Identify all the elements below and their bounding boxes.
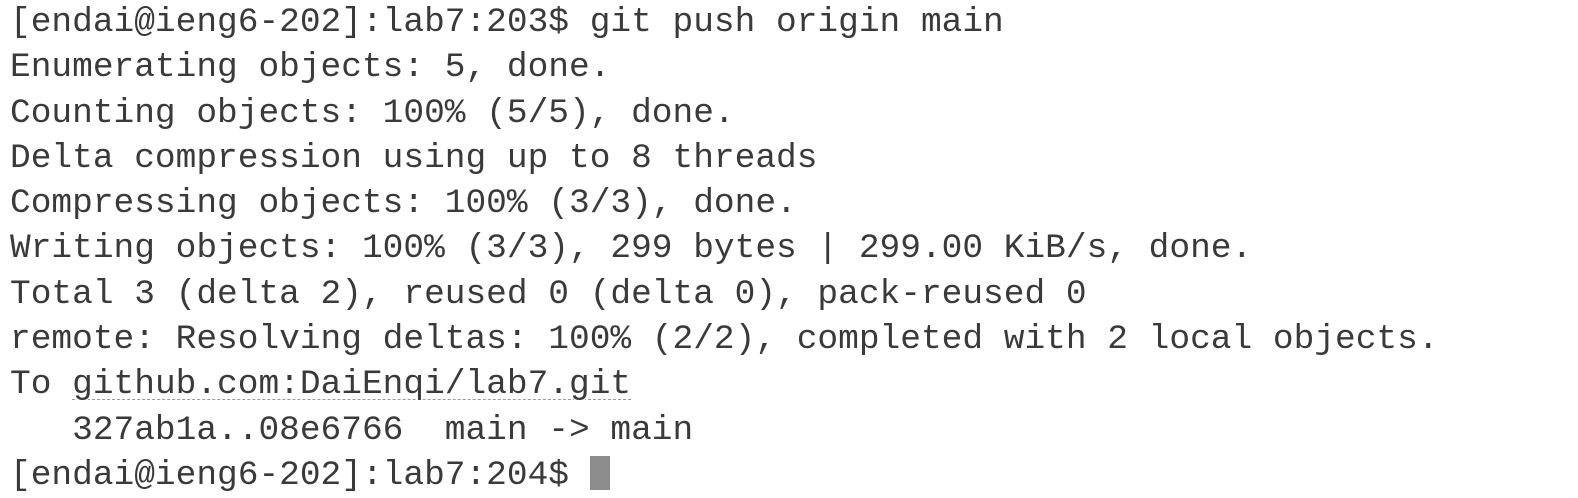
terminal-line: Writing objects: 100% (3/3), 299 bytes |… bbox=[10, 229, 1253, 269]
shell-prompt: [endai@ieng6-202]:lab7:204$ bbox=[10, 455, 590, 495]
terminal-line-remote: To github.com:DaiEnqi/lab7.git bbox=[10, 362, 1439, 407]
terminal-line: remote: Resolving deltas: 100% (2/2), co… bbox=[10, 320, 1439, 360]
terminal-line: 327ab1a..08e6766 main -> main bbox=[10, 410, 694, 450]
terminal-line: Compressing objects: 100% (3/3), done. bbox=[10, 184, 797, 224]
to-prefix: To bbox=[10, 365, 73, 405]
terminal-line: Enumerating objects: 5, done. bbox=[10, 48, 611, 88]
remote-url-link[interactable]: github.com:DaiEnqi/lab7.git bbox=[72, 365, 631, 404]
prompt-line[interactable]: [endai@ieng6-202]:lab7:204$ bbox=[10, 453, 1439, 498]
terminal-line: [endai@ieng6-202]:lab7:203$ git push ori… bbox=[10, 3, 1004, 42]
terminal-line: Counting objects: 100% (5/5), done. bbox=[10, 93, 735, 133]
terminal-line: Delta compression using up to 8 threads bbox=[10, 138, 818, 178]
terminal-line: Total 3 (delta 2), reused 0 (delta 0), p… bbox=[10, 274, 1087, 314]
terminal-output[interactable]: [endai@ieng6-202]:lab7:203$ git push ori… bbox=[10, 0, 1439, 498]
text-cursor bbox=[589, 455, 610, 490]
